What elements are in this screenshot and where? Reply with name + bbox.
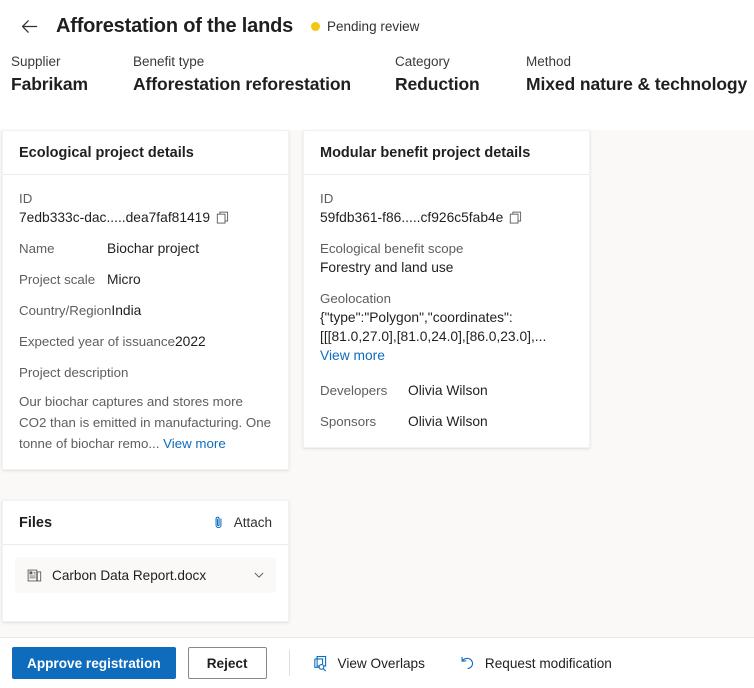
approve-registration-button[interactable]: Approve registration [12,647,176,679]
field-modular-id-label: ID [320,191,334,206]
field-name-label: Name [19,241,55,256]
meta-category-value: Reduction [395,74,480,94]
chevron-down-glyph-icon [254,572,264,578]
arrow-left-icon [21,19,37,33]
action-bar-divider [288,650,290,676]
field-geolocation-label: Geolocation [320,291,391,306]
ecological-card-title: Ecological project details [19,144,194,161]
paperclip-glyph-icon [215,516,222,529]
page-header: Afforestation of the lands Pending revie… [0,0,754,130]
paperclip-icon [211,515,226,530]
copy-icon[interactable] [216,211,229,224]
field-ecological-benefit-scope: Ecological benefit scope Forestry and la… [320,239,573,277]
files-card: Files Attach Carbon Data Report.docx [2,500,289,622]
field-sponsors-label: Sponsors [320,414,377,429]
copy-icon[interactable] [509,211,522,224]
back-button[interactable] [14,11,44,41]
field-developers: Developers Olivia Wilson [320,381,573,400]
description-view-more-link[interactable]: View more [163,436,226,451]
field-country-region-label: Country/Region [19,303,112,318]
field-ecological-id-value: 7edb333c-dac.....dea7faf81419 [19,210,211,225]
meta-supplier-value: Fabrikam [11,74,89,94]
copy-glyph-icon [510,211,522,224]
field-ecological-id-value-row: 7edb333c-dac.....dea7faf81419 [19,208,272,227]
copy-search-icon [312,655,329,672]
field-name: Name Biochar project [19,239,272,258]
field-modular-id-value-row: 59fdb361-f86.....cf926c5fab4e [320,208,573,227]
request-modification-label: Request modification [484,655,612,671]
view-overlaps-button[interactable]: View Overlaps [312,655,425,672]
word-document-glyph-icon [27,569,42,581]
page-title: Afforestation of the lands [56,14,294,37]
copy-glyph-icon [216,211,229,224]
copy-search-glyph-icon [313,655,326,671]
field-name-value: Biochar project [107,241,200,256]
attach-button[interactable]: Attach [211,515,272,530]
meta-supplier-label: Supplier [11,54,61,69]
field-country-region: Country/Region India [19,301,272,320]
meta-benefit-type: Benefit type Afforestation reforestation [133,52,395,98]
status-label: Pending review [327,18,420,34]
modular-benefit-project-details-card: Modular benefit project details ID 59fdb… [303,130,590,448]
field-ecological-benefit-scope-label: Ecological benefit scope [320,241,464,256]
meta-method: Method Mixed nature & technology [526,52,748,98]
status-badge: Pending review [311,19,419,34]
ecological-card-header: Ecological project details [3,131,288,175]
meta-method-label: Method [526,54,572,69]
field-developers-label: Developers [320,383,388,398]
field-country-region-value: India [111,303,142,318]
field-expected-year-label: Expected year of issuance [19,334,175,349]
action-bar: Approve registration Reject View Overlap… [0,638,754,688]
undo-arrow-icon [459,655,476,672]
field-ecological-benefit-scope-value: Forestry and land use [320,260,454,275]
meta-supplier: Supplier Fabrikam [0,52,133,98]
reject-button[interactable]: Reject [187,647,267,679]
files-card-title: Files [19,514,53,531]
attach-label: Attach [233,515,272,530]
chevron-down-icon[interactable] [252,568,266,582]
geolocation-view-more-link[interactable]: View more [320,346,573,365]
field-project-description-text: Our biochar captures and stores more CO2… [19,391,272,454]
view-overlaps-label: View Overlaps [337,655,425,671]
meta-benefit-type-label: Benefit type [133,54,205,69]
meta-category-label: Category [395,54,450,69]
modular-card-body: ID 59fdb361-f86.....cf926c5fab4e Ecologi… [304,175,589,447]
ecological-project-details-card: Ecological project details ID 7edb333c-d… [2,130,289,470]
field-modular-id: ID 59fdb361-f86.....cf926c5fab4e [320,189,573,227]
project-description-value: Our biochar captures and stores more CO2… [19,394,272,451]
field-ecological-id-label: ID [19,191,33,206]
meta-category: Category Reduction [395,52,526,98]
modular-card-title: Modular benefit project details [320,144,531,161]
modular-card-header: Modular benefit project details [304,131,589,175]
field-expected-year: Expected year of issuance 2022 [19,332,272,351]
field-project-description-label: Project description [19,365,129,380]
title-row: Afforestation of the lands Pending revie… [0,0,754,42]
status-dot-icon [311,21,321,31]
file-list-item[interactable]: Carbon Data Report.docx [15,557,276,593]
field-project-scale-value: Micro [107,272,141,287]
files-card-header: Files Attach [3,501,288,545]
field-ecological-id: ID 7edb333c-dac.....dea7faf81419 [19,189,272,227]
meta-benefit-type-value: Afforestation reforestation [133,74,352,94]
field-sponsors: Sponsors Olivia Wilson [320,412,573,431]
field-project-scale: Project scale Micro [19,270,272,289]
word-document-icon [27,568,42,583]
field-geolocation-value: {"type":"Polygon","coordinates": [[[81.0… [320,310,547,344]
field-modular-id-value: 59fdb361-f86.....cf926c5fab4e [320,210,504,225]
file-name: Carbon Data Report.docx [52,567,207,583]
files-card-body: Carbon Data Report.docx [3,545,288,605]
request-modification-button[interactable]: Request modification [459,655,612,672]
field-expected-year-value: 2022 [174,334,206,349]
field-developers-value: Olivia Wilson [408,383,488,398]
ecological-card-body: ID 7edb333c-dac.....dea7faf81419 Name Bi… [3,175,288,470]
field-project-scale-label: Project scale [19,272,96,287]
registration-detail-page: Afforestation of the lands Pending revie… [0,0,754,688]
field-sponsors-value: Olivia Wilson [408,414,488,429]
undo-arrow-glyph-icon [461,656,473,669]
field-project-description: Project description Our biochar captures… [19,363,272,454]
meta-method-value: Mixed nature & technology [526,74,748,94]
field-geolocation: Geolocation {"type":"Polygon","coordinat… [320,289,573,365]
header-meta-row: Supplier Fabrikam Benefit type Afforesta… [0,52,754,98]
